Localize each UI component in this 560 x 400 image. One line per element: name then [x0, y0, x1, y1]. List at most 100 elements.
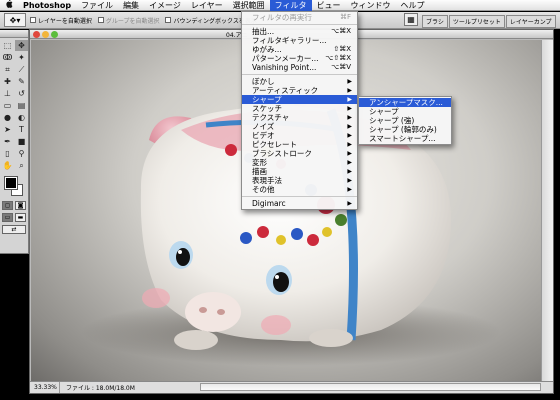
filter-menu-item-12[interactable]: テクスチャ ▶: [242, 113, 357, 122]
blur-tool-icon[interactable]: ●: [1, 112, 14, 123]
menubar-item-8[interactable]: ウィンドウ: [346, 0, 396, 11]
filter-menu-item-11[interactable]: スケッチ ▶: [242, 104, 357, 113]
sharpen-submenu-item-1[interactable]: シャープ: [359, 107, 451, 116]
marquee-tool-icon[interactable]: ⬚: [1, 40, 14, 51]
menu-shortcut: ⌥⌘X: [331, 27, 351, 35]
quick-mask-mode-icon[interactable]: ◙: [15, 201, 26, 210]
filter-menu-item-22[interactable]: Digimarc ▶: [242, 199, 357, 208]
close-window-icon[interactable]: [33, 30, 40, 38]
file-size-info[interactable]: ファイル : 18.0M/18.0M: [60, 383, 135, 392]
auto-select-layer-checkbox[interactable]: [30, 17, 36, 23]
filter-menu-item-label: スケッチ: [252, 104, 282, 113]
submenu-arrow-icon: ▶: [347, 123, 352, 130]
vertical-scrollbar[interactable]: [541, 40, 553, 382]
filter-menu-item-3[interactable]: フィルタギャラリー...: [242, 36, 357, 45]
slice-tool-icon[interactable]: ⟋: [15, 64, 28, 75]
status-bar: 33.33% ファイル : 18.0M/18.0M: [30, 381, 553, 393]
magic-wand-tool-icon[interactable]: ✦: [15, 52, 28, 63]
filter-menu-item-4[interactable]: ゆがみ... ⇧⌘X: [242, 45, 357, 54]
toolbox-header[interactable]: [0, 30, 28, 38]
shape-tool-icon[interactable]: ■: [15, 136, 28, 147]
standard-mode-icon[interactable]: ◻: [2, 201, 13, 210]
auto-select-layer-option[interactable]: レイヤーを自動選択: [30, 16, 92, 25]
brushes-well-tab[interactable]: ブラシ: [422, 15, 448, 28]
sharpen-submenu-item-2[interactable]: シャープ (強): [359, 116, 451, 125]
filter-menu-item-15[interactable]: ピクセレート ▶: [242, 140, 357, 149]
filter-menu-item-17[interactable]: 変形 ▶: [242, 158, 357, 167]
eyedropper-tool-icon[interactable]: ⚲: [15, 148, 28, 159]
gradient-tool-icon[interactable]: ▤: [15, 100, 28, 111]
filter-menu-item-9[interactable]: アーティスティック ▶: [242, 86, 357, 95]
auto-select-group-option[interactable]: グループを自動選択: [97, 16, 160, 25]
filter-menu-item-label: ノイズ: [252, 122, 275, 131]
healing-brush-tool-icon[interactable]: ✚: [1, 76, 14, 87]
menubar-item-2[interactable]: 編集: [118, 0, 144, 11]
imageready-button: ⇄: [0, 225, 28, 234]
color-swatches: [2, 175, 26, 199]
submenu-arrow-icon: ▶: [347, 105, 352, 112]
standard-screen-mode-icon[interactable]: ▭: [2, 213, 13, 222]
filter-menu-item-13[interactable]: ノイズ ▶: [242, 122, 357, 131]
show-bounding-box-checkbox[interactable]: [165, 17, 172, 23]
menubar-item-9[interactable]: ヘルプ: [396, 0, 430, 11]
hand-tool-icon[interactable]: ✋: [1, 160, 14, 171]
auto-select-layer-label: レイヤーを自動選択: [38, 17, 92, 25]
full-screen-mode-icon[interactable]: ▬: [15, 213, 26, 222]
filter-menu-item-label: 変形: [252, 158, 267, 167]
filter-menu-item-6[interactable]: Vanishing Point... ⌥⌘V: [242, 63, 357, 72]
menubar-item-6[interactable]: フィルタ: [269, 0, 312, 11]
imageready-jump-icon[interactable]: ⇄: [2, 225, 26, 234]
auto-select-group-checkbox[interactable]: [97, 17, 104, 23]
menubar-item-1[interactable]: ファイル: [76, 0, 118, 11]
sharpen-submenu-item-0[interactable]: アンシャープマスク...: [359, 98, 451, 107]
brush-tool-icon[interactable]: ✎: [15, 76, 28, 87]
sharpen-submenu-item-3[interactable]: シャープ (輪郭のみ): [359, 125, 451, 134]
menubar-item-7[interactable]: ビュー: [312, 0, 346, 11]
eraser-tool-icon[interactable]: ▭: [1, 100, 14, 111]
filter-menu-item-19[interactable]: 表現手法 ▶: [242, 176, 357, 185]
clone-stamp-tool-icon[interactable]: ⊥: [1, 88, 14, 99]
zoom-tool-icon[interactable]: ⌕: [15, 160, 28, 171]
palette-well-tabs: ブラシ ツールプリセット レイヤーカンプ: [422, 15, 557, 28]
filter-menu: フィルタの再実行 ⌘F 抽出... ⌥⌘X フィルタギャラリー... ゆがみ... ⇧⌘X パ…: [241, 11, 358, 210]
filter-menu-item-label: Digimarc: [252, 199, 286, 208]
filter-menu-item-5[interactable]: パターンメーカー... ⌥⇧⌘X: [242, 54, 357, 63]
horizontal-scrollbar[interactable]: [200, 383, 541, 391]
filter-menu-item-10[interactable]: シャープ ▶: [242, 95, 357, 104]
filter-menu-item-16[interactable]: ブラシストローク ▶: [242, 149, 357, 158]
filter-menu-item-14[interactable]: ビデオ ▶: [242, 131, 357, 140]
filter-menu-item-label: ビデオ: [252, 131, 275, 140]
sharpen-submenu-item-4[interactable]: スマートシャープ...: [359, 134, 451, 143]
zoom-window-icon[interactable]: [51, 30, 58, 38]
filter-menu-item-20[interactable]: その他 ▶: [242, 185, 357, 194]
lasso-tool-icon[interactable]: ↂ: [1, 52, 14, 63]
path-selection-tool-icon[interactable]: ➤: [1, 124, 14, 135]
pen-tool-icon[interactable]: ✒: [1, 136, 14, 147]
submenu-arrow-icon: ▶: [347, 114, 352, 121]
screen-mode-buttons: ▭ ▬: [0, 213, 28, 222]
history-brush-tool-icon[interactable]: ↺: [15, 88, 28, 99]
type-tool-icon[interactable]: T: [15, 124, 28, 135]
filter-menu-item-18[interactable]: 描画 ▶: [242, 167, 357, 176]
menubar-item-4[interactable]: レイヤー: [186, 0, 228, 11]
filter-menu-item-label: その他: [252, 185, 275, 194]
dodge-tool-icon[interactable]: ◐: [15, 112, 28, 123]
menubar-item-3[interactable]: イメージ: [144, 0, 186, 11]
zoom-level[interactable]: 33.33%: [30, 382, 60, 393]
foreground-color-swatch[interactable]: [4, 176, 18, 190]
apple-menu-icon[interactable]: [0, 0, 18, 11]
minimize-window-icon[interactable]: [42, 30, 49, 38]
auto-select-group-label: グループを自動選択: [105, 17, 160, 25]
palette-well-icon[interactable]: ▦: [404, 13, 418, 26]
menubar-item-5[interactable]: 選択範囲: [228, 0, 270, 11]
crop-tool-icon[interactable]: ⌗: [1, 64, 14, 75]
menubar-item-0[interactable]: Photoshop: [18, 0, 76, 11]
filter-menu-item-2[interactable]: 抽出... ⌥⌘X: [242, 27, 357, 36]
notes-tool-icon[interactable]: ▯: [1, 148, 14, 159]
menu-shortcut: ⌘F: [339, 13, 351, 21]
move-tool-icon[interactable]: ✥: [15, 40, 28, 51]
move-tool-icon[interactable]: ✥▾: [4, 13, 26, 27]
layer-comps-well-tab[interactable]: レイヤーカンプ: [505, 15, 556, 28]
tool-presets-well-tab[interactable]: ツールプリセット: [448, 15, 505, 28]
filter-menu-item-8[interactable]: ぼかし ▶: [242, 77, 357, 86]
